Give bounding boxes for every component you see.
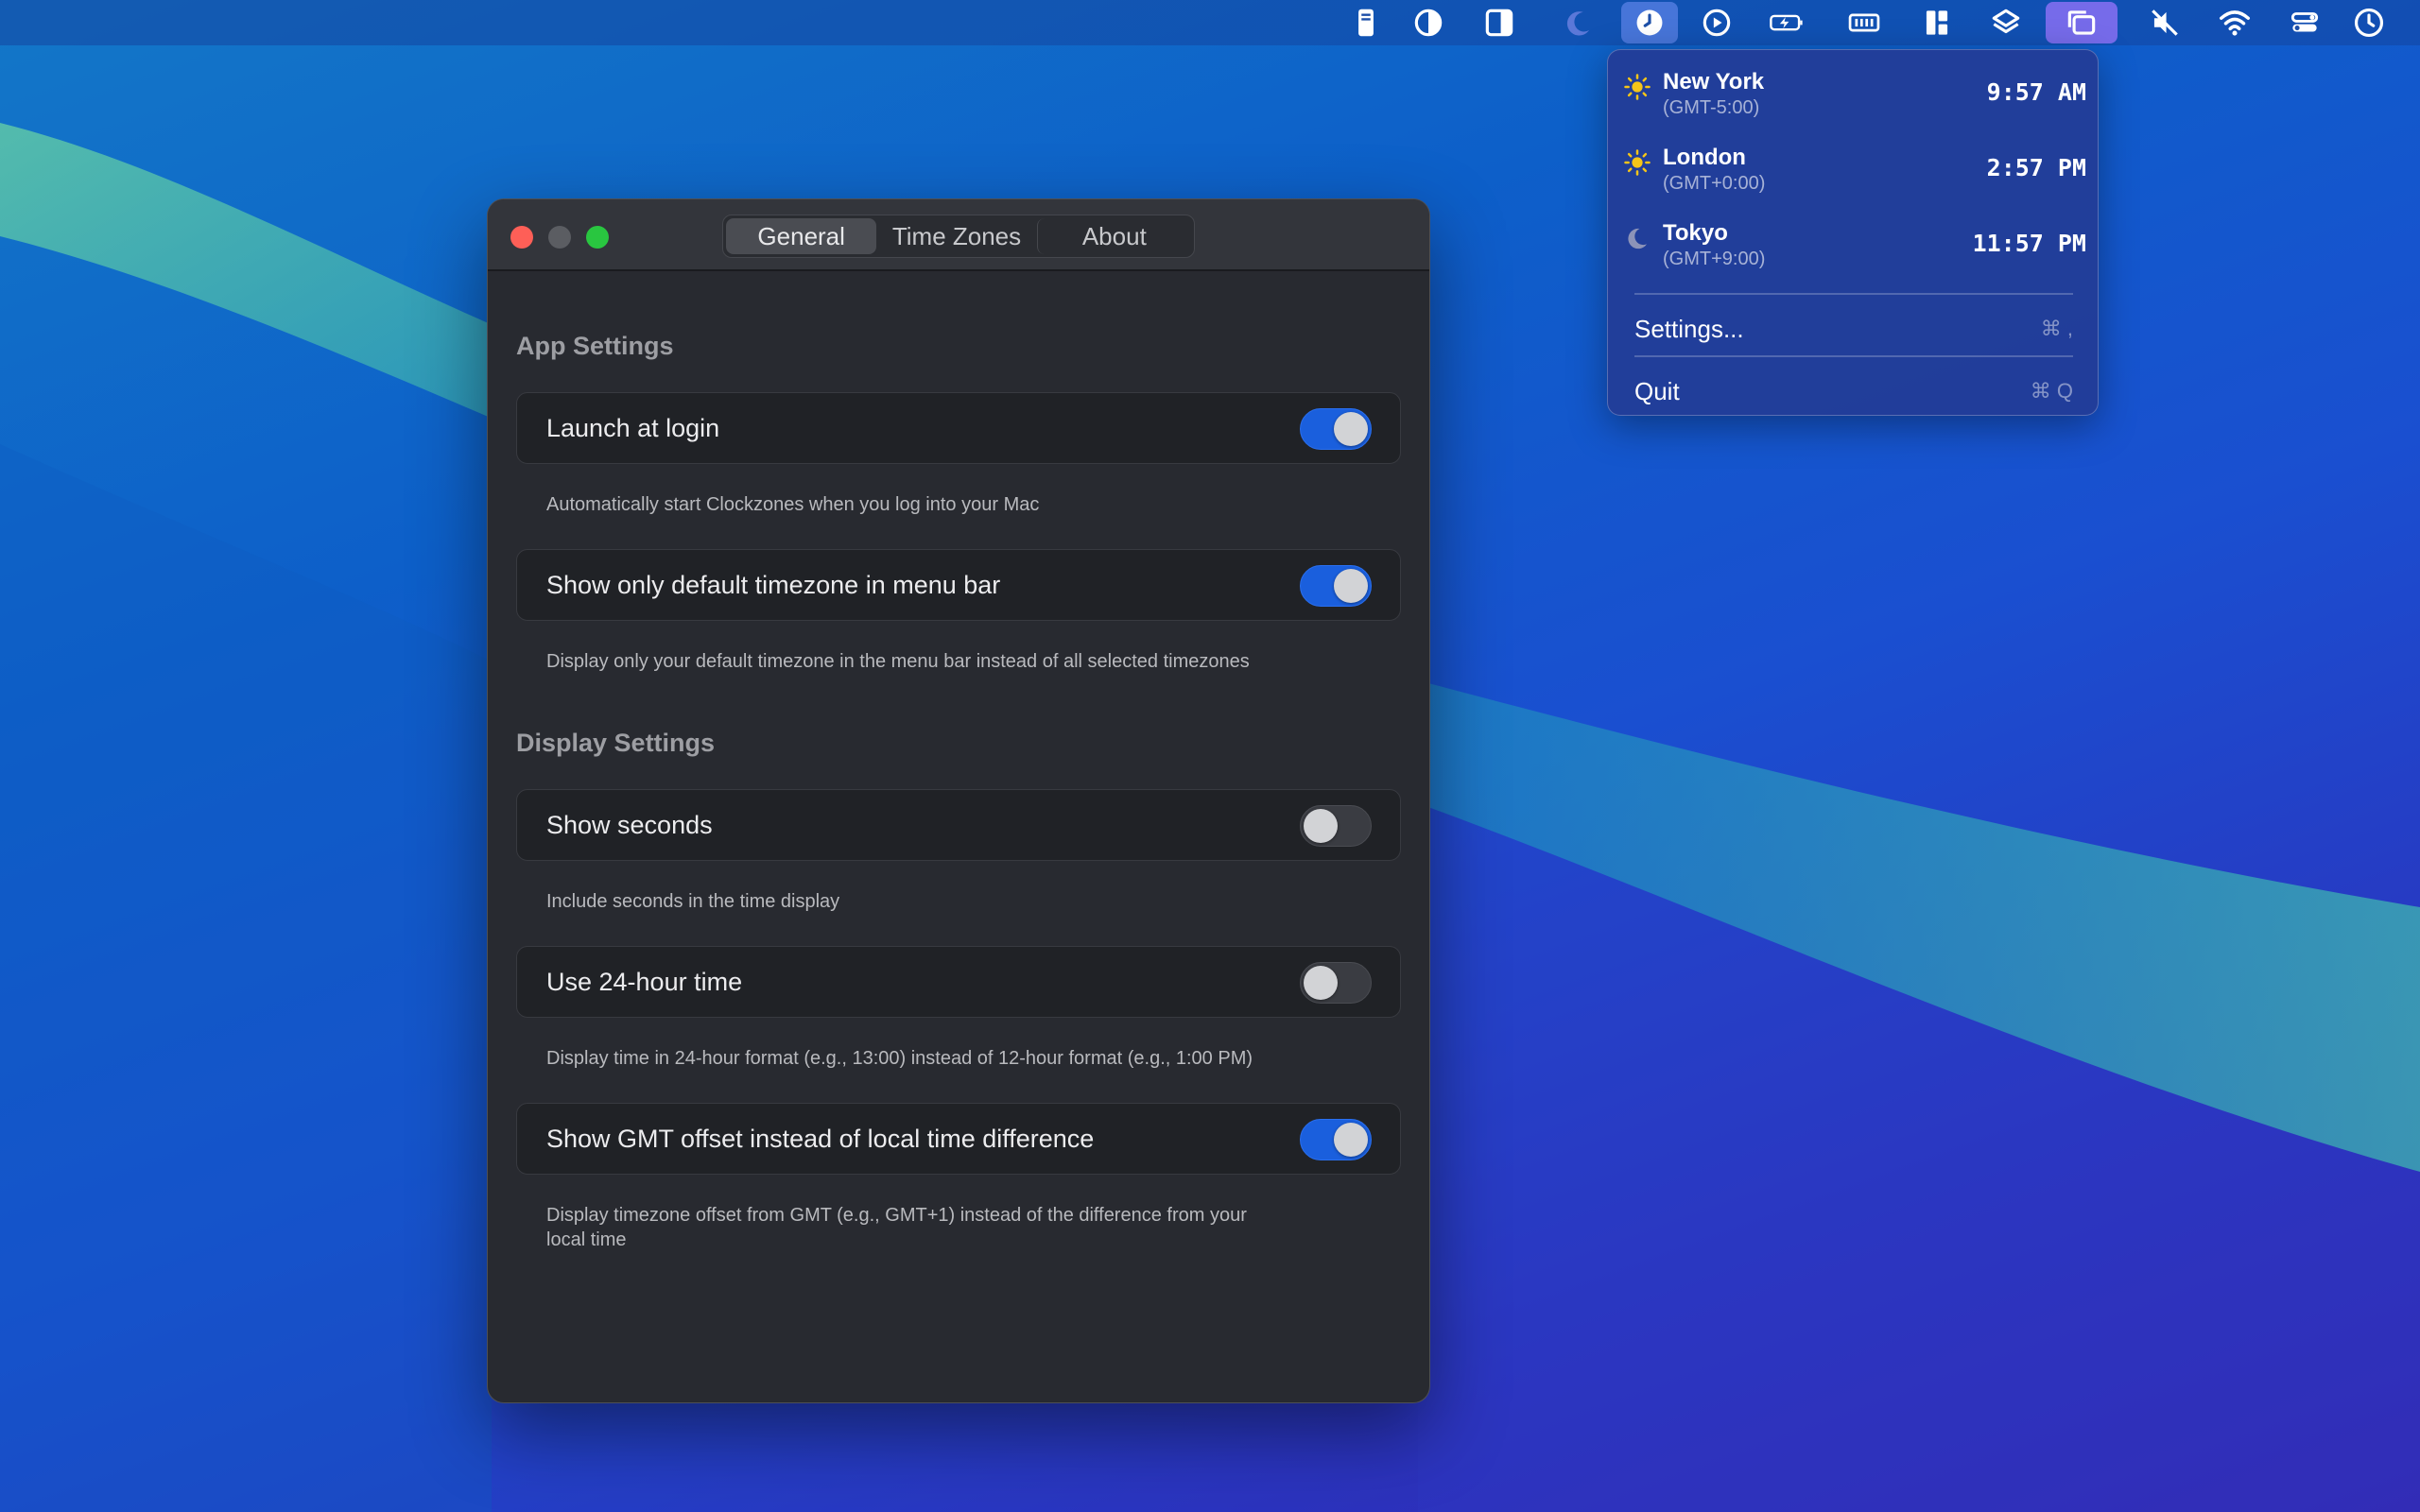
setting-label: Show only default timezone in menu bar [546,571,1001,599]
timezone-row-tokyo[interactable]: Tokyo (GMT+9:00) 11:57 PM [1608,201,2100,277]
tab-general[interactable]: General [726,218,877,254]
sidebar-icon[interactable] [1471,0,1528,45]
default-timezone-only-toggle[interactable] [1300,565,1372,607]
timezone-name: London [1663,145,1746,170]
setting-label: Show seconds [546,811,713,839]
sun-icon [1624,149,1651,176]
clipboard-icon[interactable] [1338,0,1394,45]
quit-shortcut: ⌘ Q [2030,379,2073,403]
contrast-icon[interactable] [1400,0,1457,45]
toggle-knob [1334,412,1368,446]
setting-label: Show GMT offset instead of local time di… [546,1125,1095,1153]
section-title-display-settings: Display Settings [516,729,716,757]
clock-icon[interactable] [2341,0,2397,45]
moon-icon[interactable] [1550,0,1607,45]
timezone-name: Tokyo [1663,220,1728,246]
tab-time-zones[interactable]: Time Zones [876,218,1036,254]
timezone-offset: (GMT+0:00) [1663,173,1766,194]
timezone-time: 2:57 PM [1986,154,2086,181]
menu-separator [1634,293,2073,295]
tab-bar: General Time Zones About [722,215,1195,258]
toggle-knob [1334,1123,1368,1157]
layout-icon[interactable] [1909,0,1965,45]
toggle-knob [1304,966,1338,1000]
clock-dropdown-menu: New York (GMT-5:00) 9:57 AM London (GMT+… [1607,49,2099,416]
setting-description: Include seconds in the time display [546,891,840,912]
layers-icon[interactable] [1978,0,2034,45]
setting-row-launch-at-login: Launch at login [516,392,1401,464]
setting-description: Display timezone offset from GMT (e.g., … [546,1203,1359,1252]
gmt-offset-toggle[interactable] [1300,1119,1372,1160]
setting-description-line: local time [546,1229,627,1250]
24-hour-time-toggle[interactable] [1300,962,1372,1004]
show-seconds-toggle[interactable] [1300,805,1372,847]
tab-about[interactable]: About [1036,218,1191,254]
settings-shortcut: ⌘ , [2040,317,2073,340]
clock-app-icon[interactable] [1621,2,1678,43]
quit-label: Quit [1634,377,1680,405]
timezone-row-new-york[interactable]: New York (GMT-5:00) 9:57 AM [1608,50,2100,126]
menu-bar [0,0,2420,45]
setting-description: Display only your default timezone in th… [546,651,1250,672]
wifi-icon[interactable] [2206,0,2263,45]
play-icon[interactable] [1688,0,1745,45]
settings-menu-item[interactable]: Settings... ⌘ , [1634,301,2073,354]
timezone-row-london[interactable]: London (GMT+0:00) 2:57 PM [1608,126,2100,201]
timezone-time: 11:57 PM [1972,230,2086,257]
setting-description-line: Display timezone offset from GMT (e.g., … [546,1205,1247,1226]
timezone-name: New York [1663,69,1765,94]
toggle-knob [1334,569,1368,603]
maximize-button[interactable] [586,226,609,249]
setting-row-gmt-offset: Show GMT offset instead of local time di… [516,1103,1401,1175]
setting-description: Display time in 24-hour format (e.g., 13… [546,1048,1253,1069]
moon-icon [1628,228,1647,249]
setting-row-24-hour-time: Use 24-hour time [516,946,1401,1018]
setting-row-show-seconds: Show seconds [516,789,1401,861]
close-button[interactable] [510,226,533,249]
timezone-offset: (GMT+9:00) [1663,249,1766,269]
settings-label: Settings... [1634,315,1744,343]
battery-charging-icon[interactable] [1758,0,1815,45]
memory-icon[interactable] [1836,0,1893,45]
title-bar: General Time Zones About [488,199,1429,271]
menu-separator [1634,355,2073,357]
minimize-button[interactable] [548,226,571,249]
setting-label: Launch at login [546,414,720,442]
setting-description: Automatically start Clockzones when you … [546,494,1040,515]
timezone-time: 9:57 AM [1986,78,2086,106]
setting-label: Use 24-hour time [546,968,743,996]
timezone-offset: (GMT-5:00) [1663,97,1760,118]
control-center-icon[interactable] [2276,0,2333,45]
mute-icon[interactable] [2136,0,2193,45]
quit-menu-item[interactable]: Quit ⌘ Q [1634,364,2073,417]
toggle-knob [1304,809,1338,843]
launch-at-login-toggle[interactable] [1300,408,1372,450]
section-title-app-settings: App Settings [516,332,674,360]
setting-row-default-timezone-only: Show only default timezone in menu bar [516,549,1401,621]
sun-icon [1624,74,1651,100]
windows-icon[interactable] [2046,2,2118,43]
settings-window: General Time Zones About App Settings La… [487,198,1430,1403]
